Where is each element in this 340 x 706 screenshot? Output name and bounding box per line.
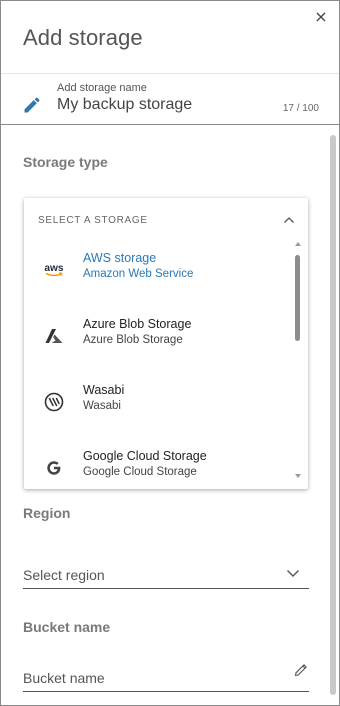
dropdown-header: SELECT A STORAGE [38, 215, 148, 226]
option-subtitle: Google Cloud Storage [83, 466, 197, 478]
google-logo-icon [42, 456, 66, 480]
chevron-up-icon[interactable] [283, 214, 295, 226]
dialog-title: Add storage [23, 25, 143, 50]
bucket-name-field[interactable]: Bucket name [23, 658, 309, 692]
svg-text:aws: aws [44, 263, 64, 274]
pencil-icon [24, 97, 40, 113]
storage-type-dropdown: SELECT A STORAGE aws AWS storage Amazon … [24, 198, 308, 489]
storage-name-caption: Add storage name [57, 82, 147, 94]
region-select[interactable]: Select region [23, 555, 309, 589]
storage-name-field[interactable]: Add storage name My backup storage 17 / … [1, 74, 339, 124]
option-name: Azure Blob Storage [83, 317, 192, 331]
bucket-name-label: Bucket name [23, 619, 111, 635]
close-button[interactable]: × [313, 9, 329, 25]
dropdown-scroll-thumb[interactable] [295, 255, 300, 341]
chevron-down-icon[interactable] [285, 565, 301, 581]
storage-option-list: aws AWS storage Amazon Web Service Azure… [24, 238, 292, 484]
scroll-up-arrow-icon[interactable] [295, 242, 301, 246]
option-name: Google Cloud Storage [83, 449, 207, 463]
storage-type-label: Storage type [23, 154, 108, 170]
scroll-down-arrow-icon[interactable] [295, 474, 301, 478]
bucket-name-input[interactable]: Bucket name [23, 670, 105, 686]
character-counter: 17 / 100 [282, 103, 319, 114]
option-subtitle: Amazon Web Service [83, 268, 194, 280]
option-aws-storage[interactable]: aws AWS storage Amazon Web Service [24, 238, 292, 304]
option-azure-blob-storage[interactable]: Azure Blob Storage Azure Blob Storage [24, 304, 292, 370]
wasabi-logo-icon [42, 390, 66, 414]
option-google-cloud-storage[interactable]: Google Cloud Storage Google Cloud Storag… [24, 436, 292, 484]
azure-logo-icon [42, 324, 66, 348]
dialog-content: Storage type SELECT A STORAGE aws AWS st… [1, 125, 327, 705]
option-subtitle: Azure Blob Storage [83, 334, 183, 346]
option-name: Wasabi [83, 383, 125, 397]
close-icon[interactable]: × [314, 7, 327, 26]
storage-name-input[interactable]: My backup storage [57, 96, 192, 114]
dialog-scrollbar[interactable] [330, 135, 336, 695]
option-name: AWS storage [83, 251, 157, 265]
option-subtitle: Wasabi [83, 400, 121, 412]
region-select-value: Select region [23, 567, 105, 583]
dialog-scroll-thumb[interactable] [330, 135, 336, 695]
dropdown-scrollbar[interactable] [293, 242, 303, 478]
pencil-outline-icon [294, 664, 307, 677]
add-storage-dialog: × Add storage Add storage name My backup… [0, 0, 340, 706]
region-label: Region [23, 505, 71, 521]
aws-logo-icon: aws [42, 258, 66, 282]
option-wasabi[interactable]: Wasabi Wasabi [24, 370, 292, 436]
